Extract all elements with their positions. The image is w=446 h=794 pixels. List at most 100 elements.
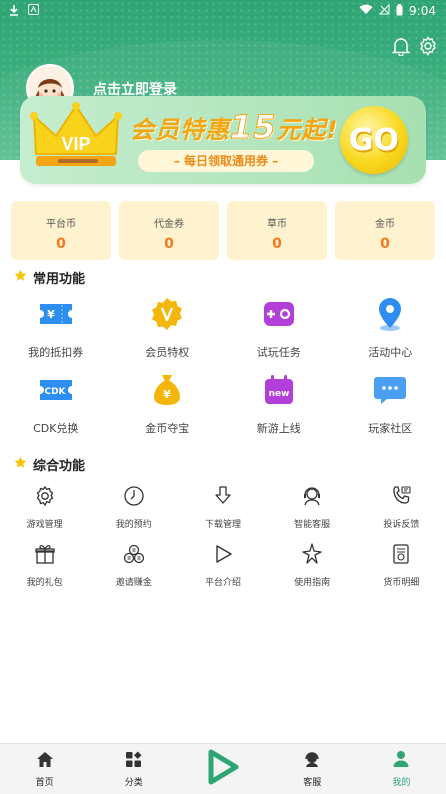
general-item-download-management[interactable]: 下载管理 — [178, 483, 267, 530]
nav-play-center[interactable] — [178, 744, 267, 794]
bottom-navigation: 首页 分类 客服 我的 — [0, 743, 446, 794]
general-item-user-guide[interactable]: 使用指南 — [268, 541, 357, 588]
general-functions-row-1: 游戏管理 我的预约 下载管理 智能客服 投诉反馈 — [0, 483, 446, 530]
svg-text:¥: ¥ — [47, 308, 55, 321]
nav-category[interactable]: 分类 — [89, 744, 178, 794]
cdk-ticket-icon: CDK — [36, 370, 76, 410]
general-item-game-management[interactable]: 游戏管理 — [0, 483, 89, 530]
common-functions-row-2: CDK CDK兑换 ¥ 金币夺宝 new 新游上线 玩家社区 — [0, 370, 446, 436]
battery-icon — [396, 3, 403, 19]
currency-card-grass-coin[interactable]: 草币 0 — [227, 201, 327, 260]
money-bag-icon: ¥ — [147, 370, 187, 410]
common-item-player-community[interactable]: 玩家社区 — [335, 370, 446, 436]
gear-icon — [32, 483, 58, 509]
currency-value: 0 — [164, 236, 174, 252]
nav-home[interactable]: 首页 — [0, 744, 89, 794]
common-item-trial-task[interactable]: 试玩任务 — [223, 294, 335, 360]
customer-service-icon — [299, 483, 325, 509]
no-signal-icon — [378, 3, 390, 18]
play-icon — [210, 541, 236, 567]
general-item-platform-intro[interactable]: 平台介绍 — [178, 541, 267, 588]
star-icon — [14, 456, 27, 473]
nav-label: 分类 — [124, 777, 143, 788]
general-item-my-reservations[interactable]: 我的预约 — [89, 483, 178, 530]
general-functions-heading: 综合功能 — [14, 455, 85, 474]
currency-card-platform-coin[interactable]: 平台币 0 — [11, 201, 111, 260]
user-icon — [392, 750, 410, 772]
vip-badge-text: VIP — [61, 134, 90, 154]
vip-badge-icon — [147, 294, 187, 334]
common-functions-row-1: ¥ 我的抵扣券 会员特权 试玩任务 活动中心 — [0, 294, 446, 360]
headset-icon — [303, 750, 321, 772]
currency-card-voucher[interactable]: 代金券 0 — [119, 201, 219, 260]
item-label: 使用指南 — [294, 578, 331, 588]
nav-label: 客服 — [303, 778, 322, 788]
coins-icon — [121, 541, 147, 567]
item-label: 投诉反馈 — [383, 520, 420, 530]
common-item-vip-privilege[interactable]: 会员特权 — [112, 294, 224, 360]
nav-mine[interactable]: 我的 — [357, 744, 446, 794]
general-item-complaint-feedback[interactable]: 投诉反馈 — [357, 483, 446, 530]
item-label: 平台介绍 — [204, 578, 241, 588]
common-item-gold-treasure[interactable]: ¥ 金币夺宝 — [112, 370, 224, 436]
nav-label: 首页 — [35, 777, 54, 788]
cdk-badge-text: CDK — [44, 387, 66, 397]
clock-time: 9:04 — [409, 4, 436, 18]
clock-icon — [121, 483, 147, 509]
status-bar: 9:04 — [0, 0, 446, 22]
common-functions-heading: 常用功能 — [14, 268, 85, 287]
nav-customer-service[interactable]: 客服 — [268, 744, 357, 794]
common-item-activity-center[interactable]: 活动中心 — [335, 294, 446, 360]
section-title: 常用功能 — [33, 272, 86, 287]
download-arrow-icon — [210, 483, 236, 509]
item-label: 我的礼包 — [26, 578, 63, 588]
location-pin-icon — [370, 294, 410, 334]
general-item-my-gifts[interactable]: 我的礼包 — [0, 541, 89, 588]
item-label: 智能客服 — [294, 520, 331, 530]
vip-title-suffix: 元起! — [276, 116, 339, 144]
item-label: 活动中心 — [368, 346, 413, 359]
gift-icon — [32, 541, 58, 567]
vip-subtitle: – 每日领取通用券 – — [138, 150, 314, 172]
general-item-smart-service[interactable]: 智能客服 — [268, 483, 357, 530]
play-triangle-icon — [206, 749, 240, 789]
gamepad-icon — [259, 294, 299, 334]
vip-title-prefix: 会员特惠 — [130, 116, 230, 144]
currency-label: 平台币 — [46, 219, 76, 230]
category-icon — [125, 751, 142, 772]
currency-card-gold-coin[interactable]: 金币 0 — [335, 201, 435, 260]
general-item-invite-earn[interactable]: 邀请赚金 — [89, 541, 178, 588]
wifi-icon — [359, 4, 373, 18]
bell-icon[interactable] — [392, 36, 410, 56]
vip-crown-icon: VIP — [30, 102, 122, 166]
item-label: 下载管理 — [204, 520, 241, 530]
new-game-calendar-icon: new — [259, 370, 299, 410]
settings-gear-icon[interactable] — [418, 36, 438, 56]
home-icon — [36, 751, 54, 772]
currency-cards: 平台币 0 代金券 0 草币 0 金币 0 — [11, 201, 435, 260]
chat-bubble-icon — [370, 370, 410, 410]
item-label: 游戏管理 — [26, 520, 63, 530]
currency-label: 金币 — [375, 219, 395, 230]
item-label: 货币明细 — [383, 578, 420, 588]
vip-title: 会员特惠15元起! — [130, 108, 339, 147]
new-badge-text: new — [268, 389, 289, 399]
go-button[interactable]: GO — [340, 106, 408, 174]
phone-feedback-icon — [388, 483, 414, 509]
item-label: CDK兑换 — [33, 422, 79, 435]
item-label: 新游上线 — [256, 422, 301, 435]
currency-value: 0 — [272, 236, 282, 252]
general-functions-row-2: 我的礼包 邀请赚金 平台介绍 使用指南 货币明细 — [0, 541, 446, 588]
common-item-cdk-redeem[interactable]: CDK CDK兑换 — [0, 370, 112, 436]
general-item-currency-details[interactable]: 货币明细 — [357, 541, 446, 588]
vip-promo-banner[interactable]: VIP 会员特惠15元起! – 每日领取通用券 – GO — [20, 96, 426, 184]
common-item-voucher[interactable]: ¥ 我的抵扣券 — [0, 294, 112, 360]
currency-label: 草币 — [267, 219, 287, 230]
item-label: 玩家社区 — [368, 422, 413, 435]
item-label: 邀请赚金 — [115, 578, 152, 588]
download-notification-icon — [8, 4, 20, 19]
currency-value: 0 — [380, 236, 390, 252]
app-notification-icon — [28, 4, 39, 18]
common-item-new-games[interactable]: new 新游上线 — [223, 370, 335, 436]
currency-label: 代金券 — [154, 219, 184, 230]
